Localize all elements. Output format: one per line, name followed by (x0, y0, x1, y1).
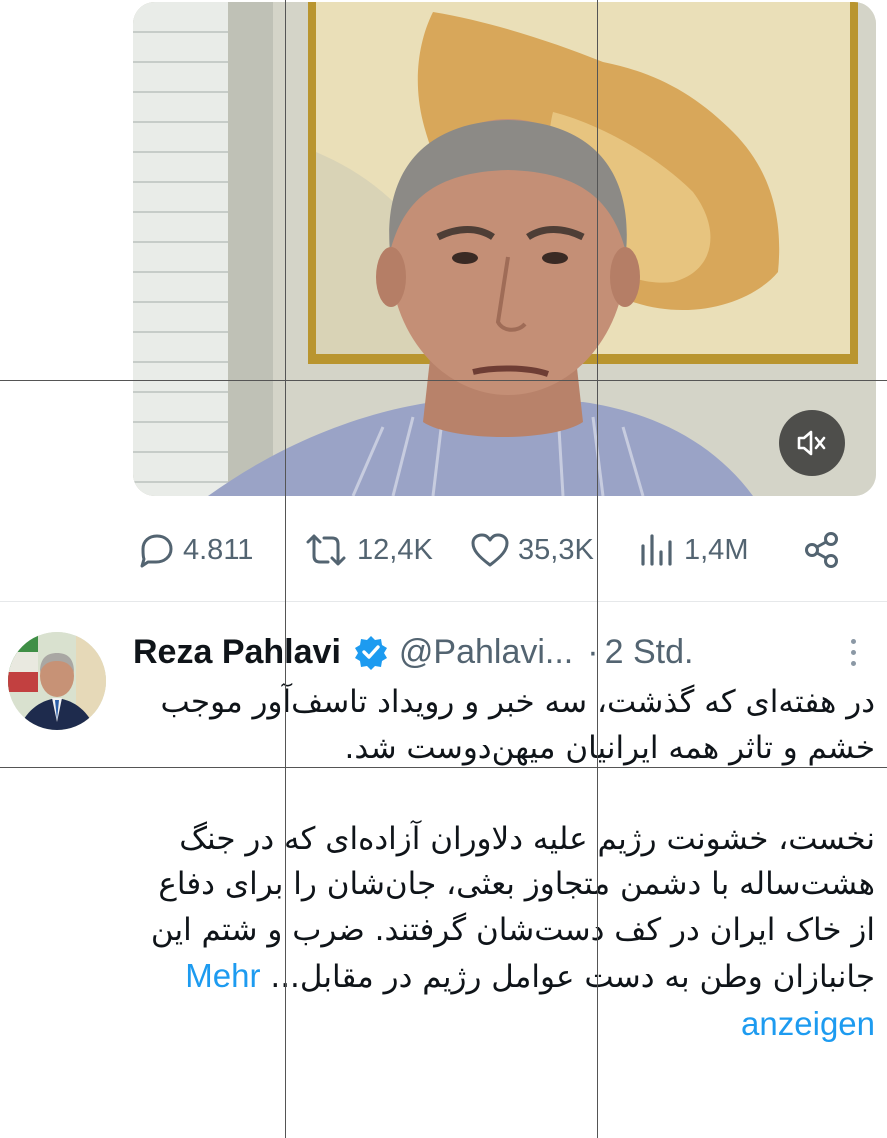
video-frame (133, 2, 876, 496)
grid-line-vertical-2 (597, 0, 598, 1138)
tweet-header: Reza Pahlavi @Pahlavi... · 2 Std. (133, 628, 883, 676)
author-handle[interactable]: @Pahlavi... (399, 633, 573, 672)
reply-button[interactable]: 4.811 (137, 525, 253, 575)
tweet-actions: 4.811 12,4K 35,3K 1,4M (135, 525, 855, 575)
repost-button[interactable]: 12,4K (303, 525, 433, 575)
like-count: 35,3K (518, 533, 594, 566)
avatar-image (8, 632, 106, 730)
author-name[interactable]: Reza Pahlavi (133, 633, 341, 672)
tweet-time[interactable]: 2 Std. (605, 633, 694, 672)
speaker-muted-icon (797, 430, 826, 456)
repost-icon (306, 534, 346, 566)
views-icon (641, 534, 672, 566)
verified-badge-icon (353, 634, 389, 670)
grid-line-horizontal-1 (0, 380, 887, 381)
share-button[interactable] (803, 525, 841, 575)
like-button[interactable]: 35,3K (470, 525, 594, 575)
tweet-paragraph-2-text: نخست، خشونت رژیم علیه دلاوران آزاده‌ای ک… (150, 820, 875, 996)
repost-count: 12,4K (357, 533, 433, 566)
views-count: 1,4M (684, 533, 749, 566)
tweet-divider (0, 601, 887, 602)
tweet-text: در هفته‌ای که گذشت، سه خبر و رویداد تاسف… (135, 680, 875, 1048)
reply-count: 4.811 (183, 533, 254, 566)
more-vertical-icon[interactable] (841, 632, 865, 672)
tweet-video[interactable] (133, 2, 876, 496)
avatar[interactable] (8, 632, 106, 730)
mute-button[interactable] (779, 410, 845, 476)
tweet-paragraph-2: نخست، خشونت رژیم علیه دلاوران آزاده‌ای ک… (135, 817, 875, 1049)
heart-icon (471, 533, 509, 567)
tweet-paragraph-1: در هفته‌ای که گذشت، سه خبر و رویداد تاسف… (160, 684, 875, 766)
share-icon (805, 532, 838, 568)
reply-icon (140, 534, 173, 568)
grid-line-vertical-1 (285, 0, 286, 1138)
grid-line-horizontal-2 (0, 767, 887, 768)
views-button[interactable]: 1,4M (638, 525, 748, 575)
